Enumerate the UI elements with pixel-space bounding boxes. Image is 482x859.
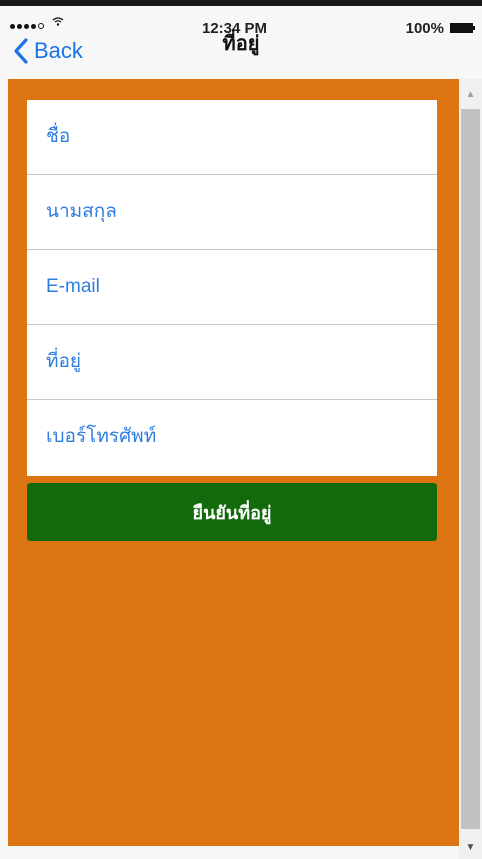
scrollbar[interactable]: ▲ ▼ [459,79,482,859]
field-label: เบอร์โทรศัพท์ [46,426,157,447]
signal-dot-empty [38,23,44,29]
confirm-address-button[interactable]: ยืนยันที่อยู่ [27,483,437,541]
field-label: E-mail [46,276,100,297]
scroll-thumb[interactable] [461,109,480,829]
address-form: ชื่อ นามสกุล E-mail ที่อยู่ เบอร์โทรศัพท… [27,100,437,476]
address-field[interactable]: ที่อยู่ [27,325,437,400]
signal-dots-icon [10,23,44,29]
signal-dot [31,23,36,29]
scroll-up-arrow-icon[interactable]: ▲ [459,79,482,109]
page-title: ที่อยู่ [222,33,260,55]
email-field[interactable]: E-mail [27,250,437,325]
signal-dot [24,23,29,29]
field-label: ชื่อ [46,126,71,147]
content-area: ชื่อ นามสกุล E-mail ที่อยู่ เบอร์โทรศัพท… [8,79,459,846]
status-bar: 12:34 PM 100% [0,6,482,37]
field-label: นามสกุล [46,201,117,222]
wifi-icon [52,17,64,29]
last-name-field[interactable]: นามสกุล [27,175,437,250]
field-label: ที่อยู่ [46,351,82,372]
scroll-down-arrow-icon[interactable]: ▼ [459,835,482,859]
phone-field[interactable]: เบอร์โทรศัพท์ [27,400,437,475]
navigation-bar: Back ที่อยู่ [0,32,482,78]
screen: 12:34 PM 100% Back ที่อยู่ ชื่อ นามสกุล … [0,0,482,859]
first-name-field[interactable]: ชื่อ [27,100,437,175]
signal-dot [10,23,15,29]
signal-dot [17,23,22,29]
